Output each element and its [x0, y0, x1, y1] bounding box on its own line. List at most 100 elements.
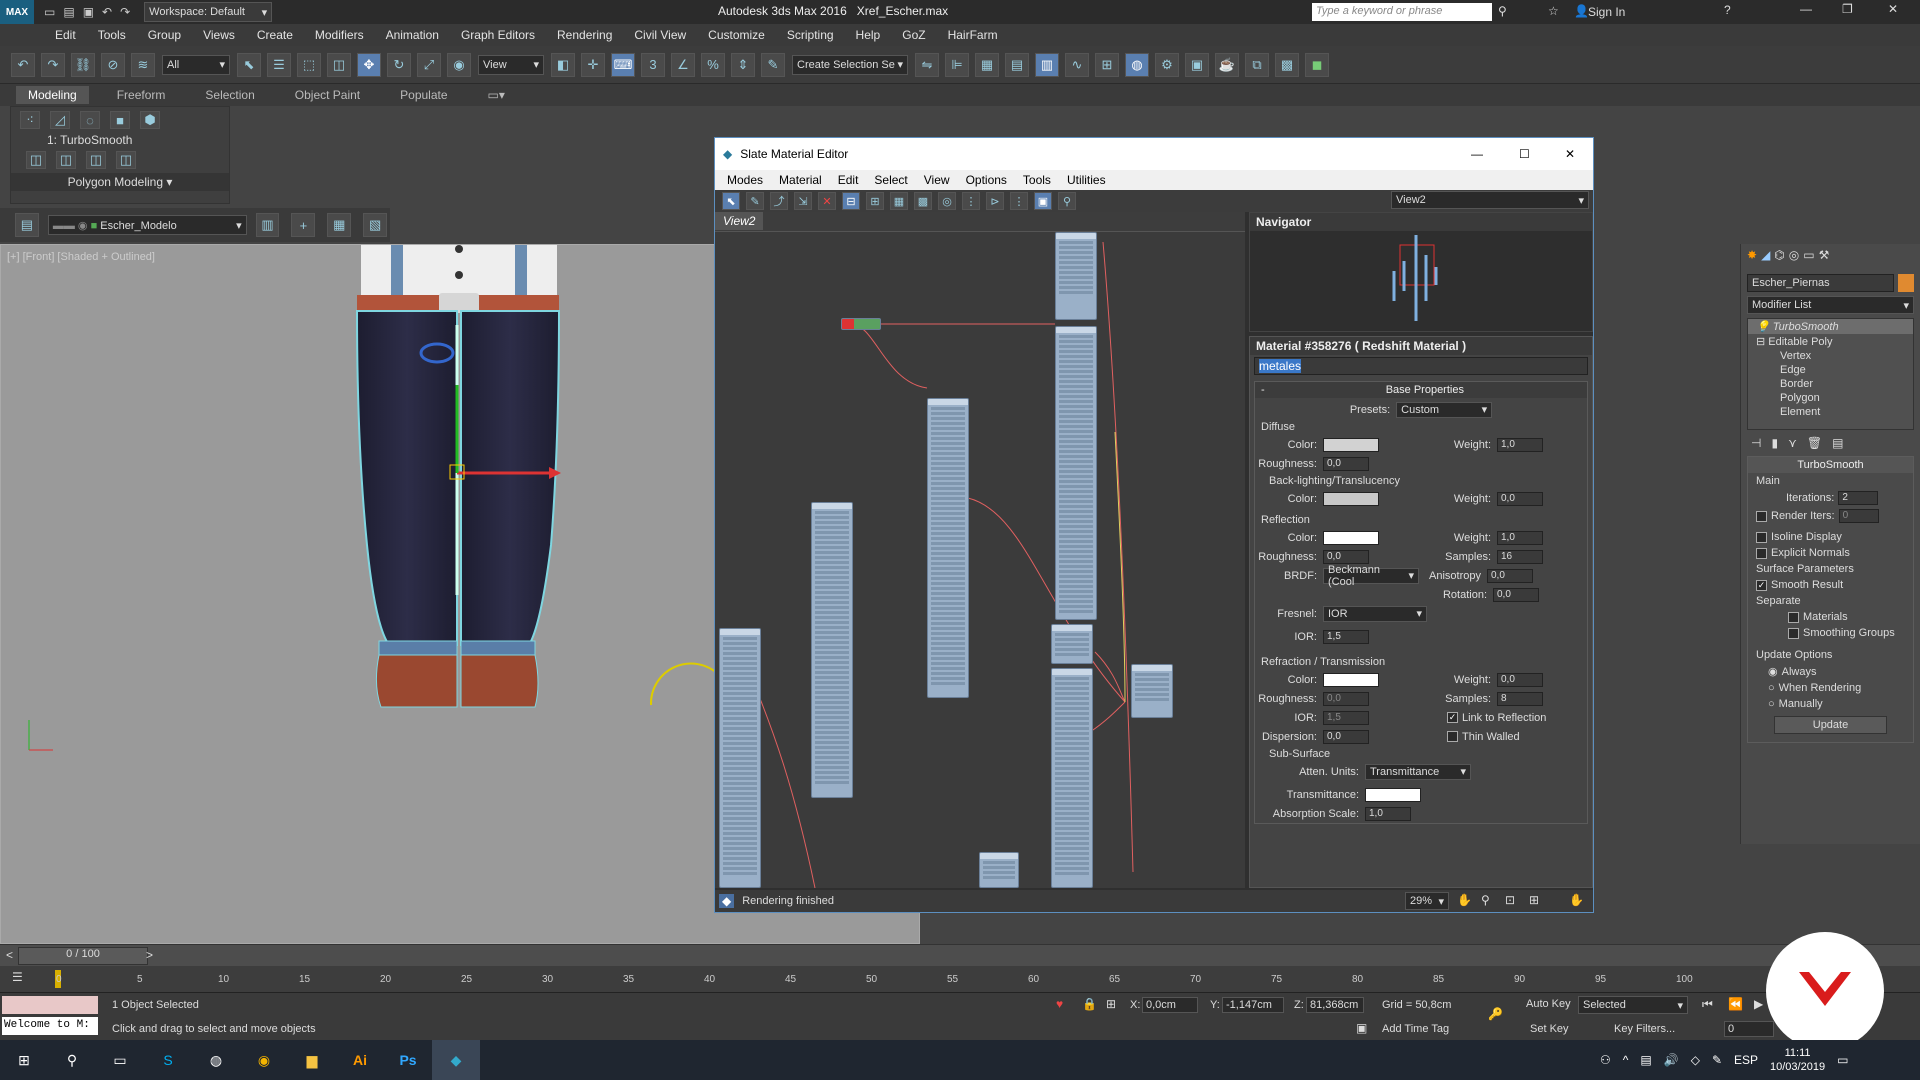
diffuse-weight-spinner[interactable]: 1,0 [1497, 437, 1543, 452]
dispersion-spinner[interactable]: 0,0 [1323, 729, 1369, 744]
atten-units-dropdown[interactable]: Transmittance ▾ [1365, 763, 1471, 780]
select-by-name-icon[interactable]: ☰ [267, 52, 291, 77]
task-view-icon[interactable]: ▭ [96, 1040, 144, 1080]
lay-out-all-icon[interactable]: ◎ [938, 192, 956, 210]
language-indicator[interactable]: ESP [1734, 1053, 1758, 1067]
move-children-icon[interactable]: ⊟ [842, 192, 860, 210]
network-icon[interactable]: ▤ [1640, 1053, 1651, 1067]
edit-named-sel-icon[interactable]: ✎ [761, 52, 785, 77]
motion-tab-icon[interactable]: ◎ [1789, 248, 1799, 262]
display-tab-icon[interactable]: ▭ [1803, 248, 1814, 262]
zoom-extents-icon[interactable]: ⊡ [1505, 893, 1515, 907]
slate-select-icon[interactable]: ⬉ [722, 192, 740, 210]
create-layer-icon[interactable]: + [291, 213, 316, 237]
snap-toggle-icon[interactable]: 3 [641, 52, 665, 77]
remove-modifier-icon[interactable]: 🗑 [1807, 436, 1822, 450]
lock-icon[interactable]: 🔒 [1082, 997, 1097, 1011]
view-zoom-icon[interactable]: ⚲ [1058, 192, 1076, 210]
set-key-button[interactable]: Set Key [1530, 1023, 1569, 1035]
close-button[interactable]: ✕ [1888, 2, 1898, 16]
object-color-swatch[interactable] [1898, 274, 1914, 292]
anisotropy-spinner[interactable]: 0,0 [1487, 568, 1533, 583]
windows-start-icon[interactable]: ⊞ [0, 1040, 48, 1080]
tab-object-paint[interactable]: Object Paint [283, 86, 372, 104]
backlight-weight-spinner[interactable]: 0,0 [1497, 491, 1543, 506]
refraction-ior-spinner[interactable]: 1,5 [1323, 710, 1369, 725]
notifications-icon[interactable]: ▭ [1837, 1053, 1848, 1067]
update-button[interactable]: Update [1774, 716, 1887, 734]
navigator-preview[interactable] [1250, 231, 1592, 329]
menu-edit[interactable]: Edit [44, 28, 87, 42]
tab-populate[interactable]: Populate [388, 86, 459, 104]
reflection-color-swatch[interactable] [1323, 530, 1379, 545]
make-unique-icon[interactable]: ◫ [116, 151, 136, 169]
link-to-reflection-checkbox[interactable]: ✓ [1447, 712, 1458, 723]
slate-menu-select[interactable]: Select [866, 173, 915, 187]
fresnel-dropdown[interactable]: IOR ▾ [1323, 605, 1427, 622]
menu-goz[interactable]: GoZ [891, 28, 936, 42]
toggle-ribbon-icon[interactable]: ▤ [1005, 52, 1029, 77]
menu-modifiers[interactable]: Modifiers [304, 28, 375, 42]
menu-graph-editors[interactable]: Graph Editors [450, 28, 546, 42]
place-icon[interactable]: ◉ [447, 52, 471, 77]
keyboard-shortcut-icon[interactable]: ⌨ [611, 52, 635, 77]
absolute-mode-icon[interactable]: ⊞ [1106, 997, 1116, 1011]
material-editor-icon[interactable]: ◍ [1125, 52, 1149, 77]
pan-icon[interactable]: ✋ [1457, 893, 1472, 907]
stack-item-border[interactable]: Border [1748, 377, 1913, 391]
material-node[interactable] [927, 398, 969, 698]
slate-menu-view[interactable]: View [916, 173, 958, 187]
add-time-tag-icon[interactable]: ▣ [1356, 1021, 1367, 1035]
slate-menu-modes[interactable]: Modes [719, 173, 771, 187]
absorption-spinner[interactable]: 1,0 [1365, 806, 1411, 821]
polygon-modeling-group[interactable]: Polygon Modeling ▾ [11, 173, 229, 191]
backlight-color-swatch[interactable] [1323, 491, 1379, 506]
layer-manager-icon[interactable]: ▥ [255, 213, 280, 237]
slate-menu-edit[interactable]: Edit [830, 173, 867, 187]
spinner-snap-icon[interactable]: ⇕ [731, 52, 755, 77]
reflection-ior-spinner[interactable]: 1,5 [1323, 629, 1369, 644]
file-explorer-icon[interactable]: ▆ [288, 1040, 336, 1080]
menu-rendering[interactable]: Rendering [546, 28, 623, 42]
photoshop-icon[interactable]: Ps [384, 1040, 432, 1080]
menu-hairfarm[interactable]: HairFarm [937, 28, 1009, 42]
select-manipulate-icon[interactable]: ✛ [581, 52, 605, 77]
key-filters-button[interactable]: Key Filters... [1614, 1023, 1675, 1035]
transmittance-swatch[interactable] [1365, 787, 1421, 802]
binoculars-icon[interactable]: ⚲ [1498, 4, 1507, 18]
rotate-icon[interactable]: ↻ [387, 52, 411, 77]
show-end-icon[interactable]: ◫ [86, 151, 106, 169]
menu-create[interactable]: Create [246, 28, 304, 42]
illustrator-icon[interactable]: Ai [336, 1040, 384, 1080]
modifier-list-dropdown[interactable]: Modifier List ▾ [1747, 296, 1914, 314]
y-coordinate[interactable]: -1,147cm [1222, 997, 1284, 1013]
mini-listener-pink[interactable] [2, 996, 98, 1014]
manually-radio[interactable]: ○ [1768, 698, 1775, 710]
modify-tab-icon[interactable]: ◢ [1761, 248, 1770, 262]
scene-explorer-icon[interactable]: ▥ [1035, 52, 1059, 77]
params-editor-icon[interactable]: ⋮ [1010, 192, 1028, 210]
menu-help[interactable]: Help [845, 28, 892, 42]
mirror-icon[interactable]: ⇋ [915, 52, 939, 77]
utilities-tab-icon[interactable]: ⚒ [1819, 248, 1830, 262]
zoom-dropdown[interactable]: 29% ▾ [1405, 892, 1449, 910]
object-name-field[interactable]: Escher_Piernas [1747, 274, 1894, 292]
menu-group[interactable]: Group [137, 28, 192, 42]
add-time-tag[interactable]: Add Time Tag [1382, 1023, 1449, 1035]
view-dropdown[interactable]: View2 ▾ [1391, 191, 1589, 209]
search-input[interactable]: Type a keyword or phrase [1312, 3, 1492, 21]
select-layer-icon[interactable]: ▧ [363, 213, 388, 237]
create-tab-icon[interactable]: ✸ [1747, 248, 1757, 262]
render-production-icon[interactable]: ☕ [1215, 52, 1239, 77]
time-slider[interactable]: < 0 / 100 > [0, 944, 1920, 966]
redo-icon[interactable]: ↷ [41, 52, 65, 77]
slate-menu-tools[interactable]: Tools [1015, 173, 1059, 187]
slate-menu-utilities[interactable]: Utilities [1059, 173, 1114, 187]
play-icon[interactable]: ▶ [1754, 997, 1763, 1011]
unlink-icon[interactable]: ⊘ [101, 52, 125, 77]
rollout-header[interactable]: - Base Properties [1255, 382, 1587, 398]
angle-snap-icon[interactable]: ∠ [671, 52, 695, 77]
menu-animation[interactable]: Animation [375, 28, 450, 42]
reflection-weight-spinner[interactable]: 1,0 [1497, 530, 1543, 545]
search-icon[interactable]: ⚲ [48, 1040, 96, 1080]
